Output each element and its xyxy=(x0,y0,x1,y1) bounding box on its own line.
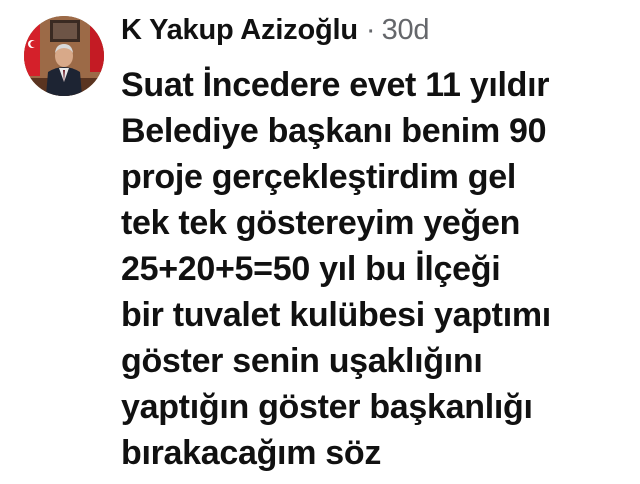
comment-content: K Yakup Azizoğlu · 30d Suat İncedere eve… xyxy=(121,14,626,476)
author-name[interactable]: K Yakup Azizoğlu xyxy=(121,14,358,47)
timestamp[interactable]: 30d xyxy=(382,14,430,47)
comment: K Yakup Azizoğlu · 30d Suat İncedere eve… xyxy=(0,0,640,484)
separator-dot: · xyxy=(365,14,376,46)
comment-text: Suat İncedere evet 11 yıldır Belediye ba… xyxy=(121,66,551,472)
comment-header: K Yakup Azizoğlu · 30d xyxy=(121,14,626,54)
profile-photo-icon xyxy=(24,16,104,96)
avatar[interactable] xyxy=(24,16,104,96)
